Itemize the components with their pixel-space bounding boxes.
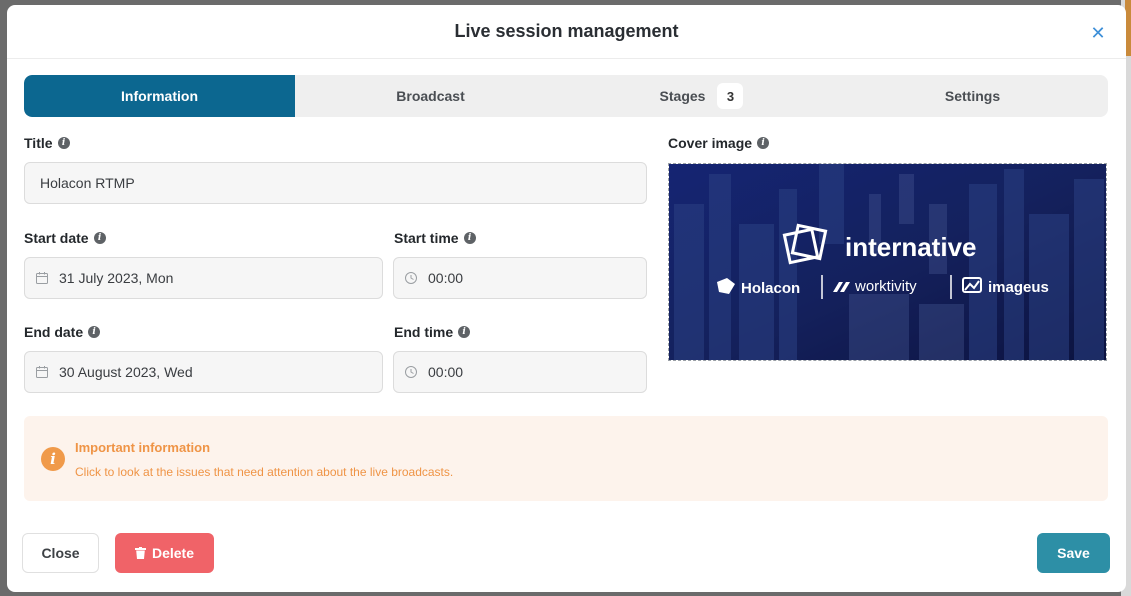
save-button-label: Save (1057, 545, 1090, 561)
partner-imageus: imageus (988, 279, 1049, 296)
partner-holacon: Holacon (741, 280, 800, 297)
notice-title: Important information (75, 440, 211, 455)
start-date-label: Start date i (24, 230, 106, 246)
start-time-value: 00:00 (428, 270, 464, 286)
start-time-field[interactable]: 00:00 (393, 257, 647, 299)
info-icon[interactable]: i (93, 232, 106, 244)
live-session-modal: Live session management ✕ Information Br… (7, 5, 1126, 592)
end-time-label-text: End time (394, 324, 454, 340)
save-button[interactable]: Save (1037, 533, 1110, 573)
tab-stages[interactable]: Stages 3 (566, 75, 837, 117)
end-time-value: 00:00 (428, 364, 464, 380)
tab-information[interactable]: Information (24, 75, 295, 117)
delete-button[interactable]: Delete (115, 533, 214, 573)
start-time-label: Start time i (394, 230, 476, 246)
title-label-text: Title (24, 135, 53, 151)
title-input[interactable]: Holacon RTMP (24, 162, 647, 204)
info-icon[interactable]: i (757, 137, 770, 149)
end-time-field[interactable]: 00:00 (393, 351, 647, 393)
end-date-label: End date i (24, 324, 101, 340)
end-date-field[interactable]: 30 August 2023, Wed (24, 351, 383, 393)
info-icon[interactable]: i (88, 326, 101, 338)
start-date-field[interactable]: 31 July 2023, Mon (24, 257, 383, 299)
calendar-icon (36, 366, 48, 378)
tab-bar: Information Broadcast Stages 3 Settings (24, 75, 1108, 117)
cover-image-label: Cover image i (668, 135, 770, 151)
tab-settings[interactable]: Settings (837, 75, 1108, 117)
modal-header: Live session management ✕ (7, 5, 1126, 59)
info-icon[interactable]: i (463, 232, 476, 244)
tab-label: Broadcast (396, 88, 465, 104)
notice-text: Click to look at the issues that need at… (75, 465, 454, 479)
tab-label: Settings (944, 88, 1001, 104)
cover-image-dropzone[interactable]: internative Holacon worktivity imageus (668, 163, 1107, 361)
modal-title: Live session management (454, 21, 679, 41)
end-date-label-text: End date (24, 324, 84, 340)
title-value: Holacon RTMP (40, 175, 135, 191)
info-icon[interactable]: i (458, 326, 471, 338)
tab-label: Information (121, 88, 198, 104)
close-button[interactable]: Close (22, 533, 99, 573)
cover-image: internative Holacon worktivity imageus (669, 164, 1106, 360)
close-button-label: Close (41, 545, 80, 561)
important-info-notice[interactable]: i Important information Click to look at… (24, 416, 1108, 501)
start-date-label-text: Start date (24, 230, 89, 246)
clock-icon (405, 366, 417, 378)
close-icon[interactable]: ✕ (1090, 24, 1106, 42)
calendar-icon (36, 272, 48, 284)
cover-label-text: Cover image (668, 135, 753, 151)
start-date-value: 31 July 2023, Mon (59, 270, 174, 286)
clock-icon (405, 272, 417, 284)
tab-broadcast[interactable]: Broadcast (295, 75, 566, 117)
info-icon[interactable]: i (57, 137, 70, 149)
delete-button-label: Delete (151, 545, 195, 561)
tab-label: Stages (659, 88, 706, 104)
end-date-value: 30 August 2023, Wed (59, 364, 193, 380)
end-time-label: End time i (394, 324, 471, 340)
title-label: Title i (24, 135, 70, 151)
cover-brand-text: internative (845, 232, 977, 262)
trash-icon (134, 547, 146, 559)
stages-count-badge: 3 (717, 83, 744, 109)
start-time-label-text: Start time (394, 230, 459, 246)
info-circle-icon: i (41, 447, 65, 471)
partner-worktivity: worktivity (854, 278, 917, 295)
